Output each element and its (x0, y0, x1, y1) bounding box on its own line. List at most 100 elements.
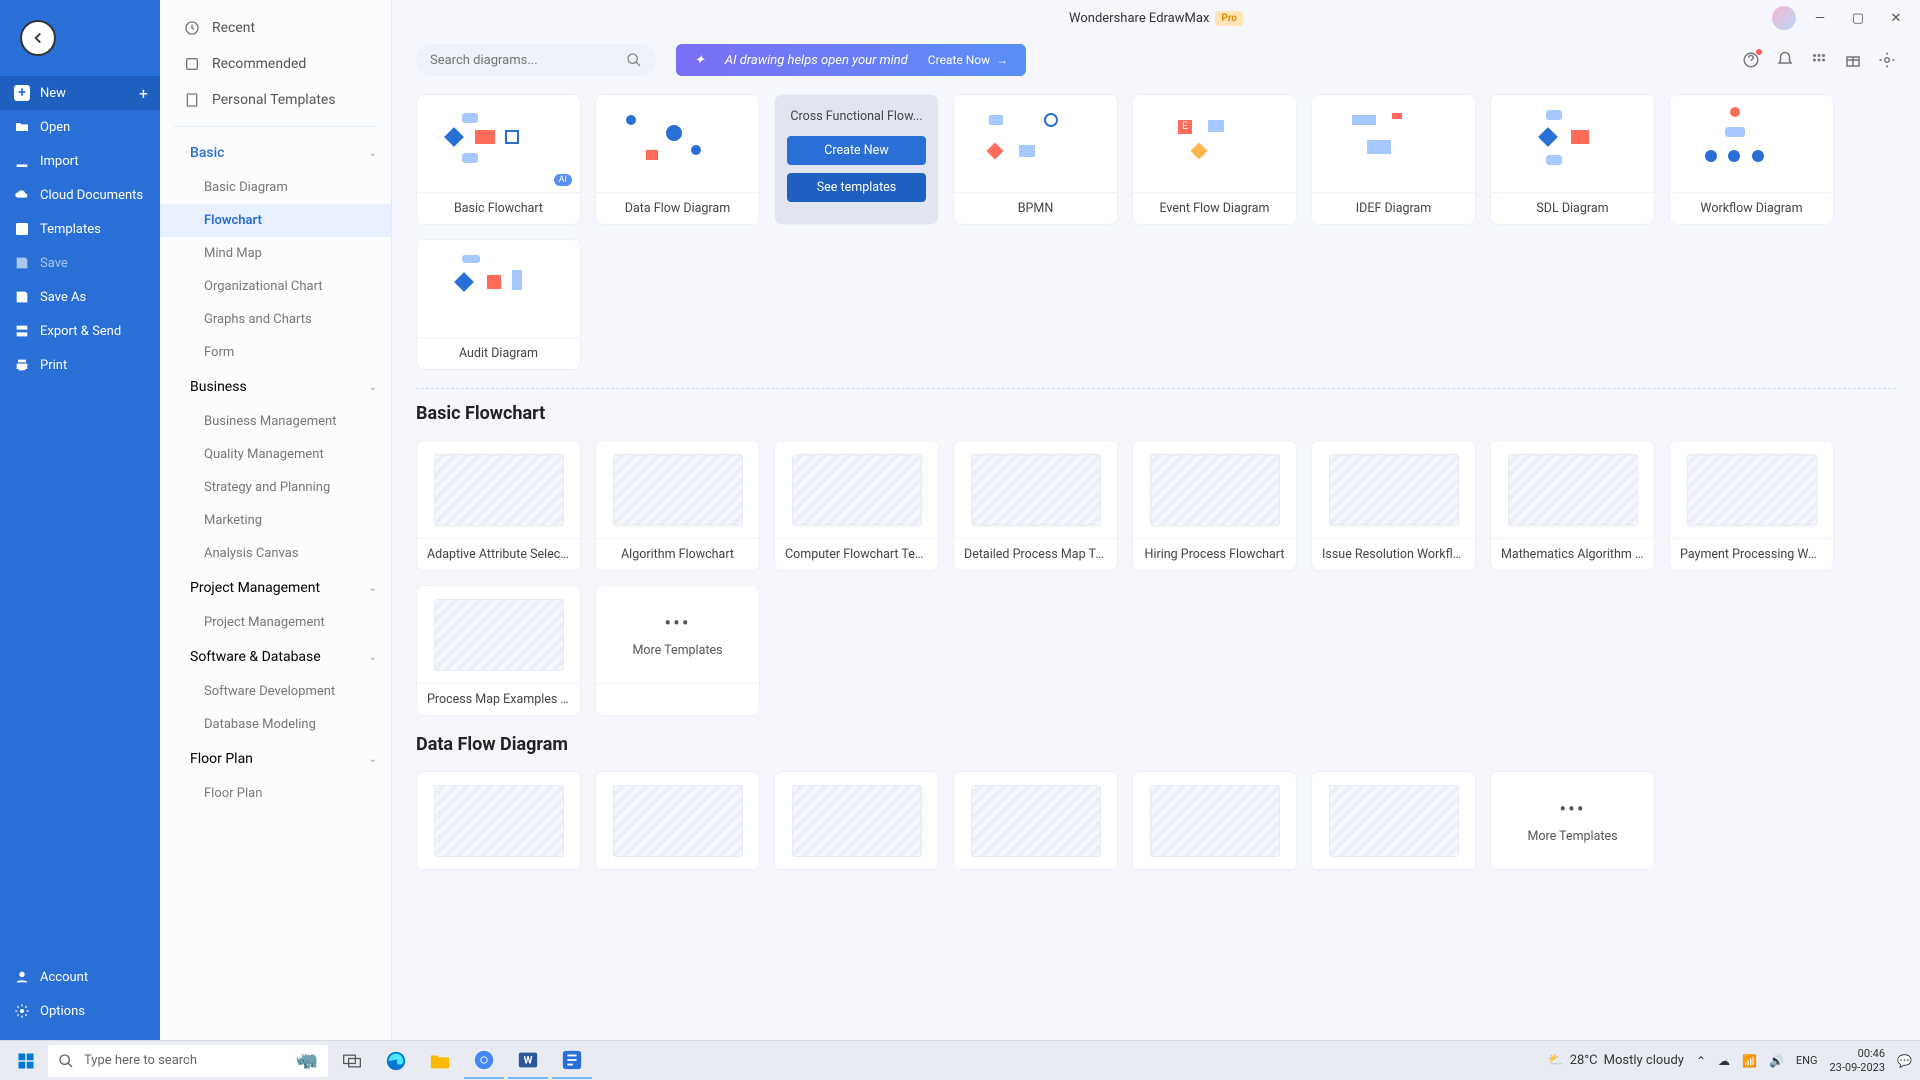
nav-templates[interactable]: Templates (0, 212, 160, 246)
cat-basic[interactable]: Basic⌄ (160, 135, 391, 171)
card-basic-flowchart[interactable]: AI Basic Flowchart (416, 94, 581, 225)
tpl-dfd-2[interactable] (595, 771, 760, 871)
card-label: Payment Processing Workf... (1670, 539, 1833, 570)
sub-basic-diagram[interactable]: Basic Diagram (160, 171, 391, 204)
sub-marketing[interactable]: Marketing (160, 504, 391, 537)
tray-onedrive-icon[interactable]: ☁ (1718, 1054, 1730, 1068)
search-input[interactable] (430, 53, 626, 68)
card-event-flow[interactable]: E Event Flow Diagram (1132, 94, 1297, 225)
tray-wifi-icon[interactable]: 📶 (1742, 1054, 1757, 1068)
tpl-dfd-5[interactable] (1132, 771, 1297, 871)
nav-saveas[interactable]: Save As (0, 280, 160, 314)
card-dfd[interactable]: Data Flow Diagram (595, 94, 760, 225)
app-edge[interactable] (376, 1043, 416, 1079)
clock-icon (184, 20, 200, 36)
content-scroll[interactable]: AI Basic Flowchart Data Flow Diagram Cro… (392, 84, 1920, 1040)
notifications-icon[interactable]: 💬 (1897, 1054, 1912, 1068)
card-audit[interactable]: Audit Diagram (416, 239, 581, 370)
sub-floorplan[interactable]: Floor Plan (160, 777, 391, 810)
more-templates-dfd[interactable]: •••More Templates (1490, 771, 1655, 871)
card-sdl[interactable]: SDL Diagram (1490, 94, 1655, 225)
gift-icon[interactable] (1844, 51, 1862, 69)
sub-biz-mgmt[interactable]: Business Management (160, 405, 391, 438)
more-templates[interactable]: •••More Templates (595, 585, 760, 716)
card-idef[interactable]: IDEF Diagram (1311, 94, 1476, 225)
nav-print[interactable]: Print (0, 348, 160, 382)
sub-orgchart[interactable]: Organizational Chart (160, 270, 391, 303)
tpl-issue[interactable]: Issue Resolution Workflow ... (1311, 440, 1476, 571)
sub-db[interactable]: Database Modeling (160, 708, 391, 741)
avatar[interactable] (1772, 6, 1796, 30)
sub-mindmap[interactable]: Mind Map (160, 237, 391, 270)
sub-quality[interactable]: Quality Management (160, 438, 391, 471)
sub-graphs[interactable]: Graphs and Charts (160, 303, 391, 336)
cat-pm[interactable]: Project Management⌄ (160, 570, 391, 606)
maximize-button[interactable]: ▢ (1844, 4, 1872, 32)
tpl-computer[interactable]: Computer Flowchart Temp... (774, 440, 939, 571)
tpl-hiring[interactable]: Hiring Process Flowchart (1132, 440, 1297, 571)
tpl-math[interactable]: Mathematics Algorithm Fl... (1490, 440, 1655, 571)
nav-new[interactable]: + New + (0, 76, 160, 110)
nav-import[interactable]: Import (0, 144, 160, 178)
nav-account[interactable]: Account (0, 960, 160, 994)
tpl-dfd-1[interactable] (416, 771, 581, 871)
search-icon[interactable] (626, 52, 642, 68)
settings-icon[interactable] (1878, 51, 1896, 69)
tpl-algorithm[interactable]: Algorithm Flowchart (595, 440, 760, 571)
clock[interactable]: 00:46 23-09-2023 (1830, 1047, 1886, 1073)
nav-personal-templates[interactable]: Personal Templates (166, 82, 385, 118)
cat-floor[interactable]: Floor Plan⌄ (160, 741, 391, 777)
tpl-dfd-4[interactable] (953, 771, 1118, 871)
app-word[interactable]: W (508, 1043, 548, 1079)
ai-banner[interactable]: ✦ AI drawing helps open your mind Create… (676, 44, 1026, 76)
diagram-types-row: AI Basic Flowchart Data Flow Diagram Cro… (416, 94, 1896, 370)
grid-icon[interactable] (1810, 51, 1828, 69)
sub-flowchart[interactable]: Flowchart (160, 204, 391, 237)
nav-cloud[interactable]: Cloud Documents (0, 178, 160, 212)
tpl-detailed[interactable]: Detailed Process Map Tem... (953, 440, 1118, 571)
card-bpmn[interactable]: BPMN (953, 94, 1118, 225)
nav-save[interactable]: Save (0, 246, 160, 280)
sub-form[interactable]: Form (160, 336, 391, 369)
nav-export[interactable]: Export & Send (0, 314, 160, 348)
nav-recent[interactable]: Recent (166, 10, 385, 46)
tpl-dfd-3[interactable] (774, 771, 939, 871)
tpl-adaptive[interactable]: Adaptive Attribute Selectio... (416, 440, 581, 571)
help-icon[interactable] (1742, 51, 1760, 69)
weather-widget[interactable]: ⛅ 28°C Mostly cloudy (1548, 1053, 1684, 1068)
tray-volume-icon[interactable]: 🔊 (1769, 1054, 1784, 1068)
tray-chevron-icon[interactable]: ⌃ (1696, 1054, 1706, 1068)
search-box[interactable] (416, 44, 656, 76)
app-explorer[interactable] (420, 1043, 460, 1079)
bell-icon[interactable] (1776, 51, 1794, 69)
tpl-payment[interactable]: Payment Processing Workf... (1669, 440, 1834, 571)
card-workflow[interactable]: Workflow Diagram (1669, 94, 1834, 225)
card-cross-functional[interactable]: Cross Functional Flow... Create New See … (774, 94, 939, 225)
sub-analysis[interactable]: Analysis Canvas (160, 537, 391, 570)
nav-open[interactable]: Open (0, 110, 160, 144)
taskview-button[interactable] (332, 1043, 372, 1079)
nav-options[interactable]: Options (0, 994, 160, 1028)
minimize-button[interactable]: — (1806, 4, 1834, 32)
tpl-process-map[interactable]: Process Map Examples Te... (416, 585, 581, 716)
cat-sw[interactable]: Software & Database⌄ (160, 639, 391, 675)
back-button[interactable] (20, 20, 56, 56)
tray-language[interactable]: ENG (1796, 1054, 1818, 1067)
more-label: More Templates (1527, 829, 1617, 844)
close-button[interactable]: ✕ (1882, 4, 1910, 32)
add-icon[interactable]: + (139, 84, 148, 103)
see-templates-button[interactable]: See templates (787, 173, 926, 202)
start-button[interactable] (8, 1043, 44, 1079)
create-new-button[interactable]: Create New (787, 136, 926, 165)
date: 23-09-2023 (1830, 1061, 1886, 1074)
app-edrawmax[interactable] (552, 1043, 592, 1079)
cat-business[interactable]: Business⌄ (160, 369, 391, 405)
ai-cta[interactable]: Create Now → (928, 53, 1008, 67)
tpl-dfd-6[interactable] (1311, 771, 1476, 871)
sub-swdev[interactable]: Software Development (160, 675, 391, 708)
nav-recommended[interactable]: Recommended (166, 46, 385, 82)
taskbar-search[interactable]: Type here to search 🦏 (48, 1045, 328, 1077)
app-chrome[interactable] (464, 1043, 504, 1079)
sub-strategy[interactable]: Strategy and Planning (160, 471, 391, 504)
sub-pm[interactable]: Project Management (160, 606, 391, 639)
